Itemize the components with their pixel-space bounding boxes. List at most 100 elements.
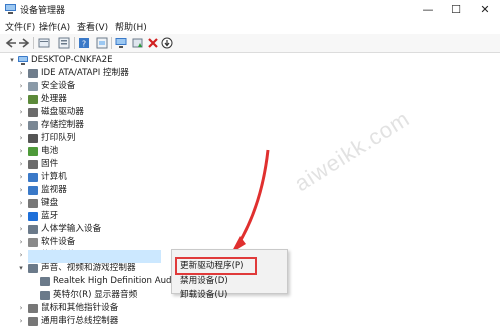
category-row[interactable]: › 蓝牙 — [0, 210, 200, 223]
disable-device-menu-item[interactable]: 禁用设备(D) — [180, 274, 228, 286]
context-menu: 更新驱动程序(P) 禁用设备(D) 卸载设备(U) — [171, 249, 288, 300]
chevron-down-icon[interactable]: ▾ — [8, 54, 16, 67]
category-row[interactable]: › 监视器 — [0, 184, 200, 197]
menu-action[interactable]: 操作(A) — [39, 20, 70, 33]
tree-root[interactable]: ▾ DESKTOP-CNKFA2E — [0, 54, 200, 67]
update-driver-icon[interactable] — [132, 37, 144, 49]
minimize-button[interactable]: — — [413, 0, 443, 19]
category-row[interactable]: › 打印队列 — [0, 132, 200, 145]
chevron-right-icon[interactable]: › — [17, 249, 25, 262]
update-driver-menu-item[interactable]: 更新驱动程序(P) — [180, 259, 243, 271]
category-row[interactable]: › 通用串行总线控制器 — [0, 315, 200, 328]
forward-arrow-icon[interactable] — [18, 37, 30, 49]
menu-file[interactable]: 文件(F) — [5, 20, 35, 33]
title-bar: 设备管理器 — ☐ ✕ — [0, 0, 500, 19]
chevron-right-icon[interactable]: › — [17, 93, 25, 106]
tree-item-label: 计算机 — [41, 172, 67, 182]
chevron-right-icon[interactable]: › — [17, 119, 25, 132]
category-row[interactable]: › 软件设备 — [0, 236, 200, 249]
tree-item-label: 人体学输入设备 — [41, 224, 102, 234]
category-row[interactable]: › 键盘 — [0, 197, 200, 210]
view-icon[interactable] — [58, 37, 70, 49]
tree-root-label: DESKTOP-CNKFA2E — [31, 55, 113, 65]
menu-view[interactable]: 查看(V) — [77, 20, 108, 33]
maximize-button[interactable]: ☐ — [441, 0, 471, 19]
category-row[interactable]: › 固件 — [0, 158, 200, 171]
tree-item-label: Realtek High Definition Audio — [53, 276, 180, 286]
disk-drive-icon — [28, 108, 38, 117]
device-row[interactable]: 英特尔(R) 显示器音频 — [0, 289, 200, 302]
computer-icon — [28, 173, 38, 182]
uninstall-icon[interactable] — [147, 37, 159, 49]
uninstall-device-menu-item[interactable]: 卸载设备(U) — [180, 288, 227, 300]
hid-icon — [28, 225, 38, 234]
back-arrow-icon[interactable] — [5, 37, 17, 49]
tree-item-label: 软件设备 — [41, 237, 76, 247]
selected-row-highlight — [28, 250, 161, 263]
security-device-icon — [28, 82, 38, 91]
category-row[interactable]: › IDE ATA/ATAPI 控制器 — [0, 67, 200, 80]
chevron-right-icon[interactable]: › — [17, 158, 25, 171]
close-button[interactable]: ✕ — [470, 0, 500, 19]
category-row[interactable]: › 人体学输入设备 — [0, 223, 200, 236]
watermark: aiweikk.com — [290, 105, 415, 197]
chevron-right-icon[interactable]: › — [17, 184, 25, 197]
usb-icon — [28, 317, 38, 326]
chevron-right-icon[interactable]: › — [17, 315, 25, 328]
chevron-right-icon[interactable]: › — [17, 132, 25, 145]
chevron-right-icon[interactable]: › — [17, 80, 25, 93]
category-row[interactable]: › 磁盘驱动器 — [0, 106, 200, 119]
device-row[interactable]: Realtek High Definition Audio — [0, 275, 200, 288]
battery-icon — [28, 147, 38, 156]
category-row[interactable]: › 存储控制器 — [0, 119, 200, 132]
toolbar-separator — [74, 37, 75, 49]
chevron-right-icon[interactable]: › — [17, 197, 25, 210]
menu-help[interactable]: 帮助(H) — [115, 20, 147, 33]
sound-icon — [28, 264, 38, 273]
processor-icon — [28, 95, 38, 104]
tree-item-label: 键盘 — [41, 198, 59, 208]
menu-bar: 文件(F) 操作(A) 查看(V) 帮助(H) — [0, 19, 500, 34]
tree-item-label: 存储控制器 — [41, 120, 84, 130]
mouse-icon — [28, 304, 38, 313]
chevron-right-icon[interactable]: › — [17, 145, 25, 158]
category-row[interactable]: › 安全设备 — [0, 80, 200, 93]
chevron-right-icon[interactable]: › — [17, 67, 25, 80]
ide-controller-icon — [28, 69, 38, 78]
chevron-right-icon[interactable]: › — [17, 302, 25, 315]
svg-text:?: ? — [82, 40, 86, 49]
tree-item-label: 固件 — [41, 159, 59, 169]
category-row[interactable]: ▾ 声音、视频和游戏控制器 — [0, 262, 200, 275]
tree-item-label: 通用串行总线控制器 — [41, 316, 119, 326]
tree-item-label: IDE ATA/ATAPI 控制器 — [41, 68, 129, 78]
chevron-down-icon[interactable]: ▾ — [17, 262, 25, 275]
keyboard-icon — [28, 199, 38, 208]
audio-device-icon — [40, 291, 50, 300]
download-icon[interactable] — [161, 37, 173, 49]
software-device-icon — [28, 238, 38, 247]
category-row[interactable]: › 电池 — [0, 145, 200, 158]
properties-icon[interactable] — [38, 37, 50, 49]
details-icon[interactable] — [96, 37, 108, 49]
tree-item-label: 安全设备 — [41, 81, 76, 91]
category-row[interactable]: › 计算机 — [0, 171, 200, 184]
chevron-right-icon[interactable]: › — [17, 223, 25, 236]
help-icon[interactable]: ? — [78, 37, 90, 49]
chevron-right-icon[interactable]: › — [17, 106, 25, 119]
tree-item-label: 处理器 — [41, 94, 67, 104]
audio-device-icon — [40, 277, 50, 286]
storage-controller-icon — [28, 121, 38, 130]
tree-item-label: 声音、视频和游戏控制器 — [41, 263, 136, 273]
monitor-icon — [28, 186, 38, 195]
chevron-right-icon[interactable]: › — [17, 171, 25, 184]
window-title: 设备管理器 — [20, 6, 66, 16]
printer-icon — [28, 134, 38, 143]
category-row[interactable]: › 处理器 — [0, 93, 200, 106]
category-row[interactable]: › 鼠标和其他指针设备 — [0, 302, 200, 315]
tree-item-label: 鼠标和其他指针设备 — [41, 303, 119, 313]
computer-icon — [18, 56, 28, 65]
scan-hardware-icon[interactable] — [115, 37, 127, 49]
chevron-right-icon[interactable]: › — [17, 210, 25, 223]
chevron-right-icon[interactable]: › — [17, 236, 25, 249]
toolbar-separator — [33, 37, 34, 49]
